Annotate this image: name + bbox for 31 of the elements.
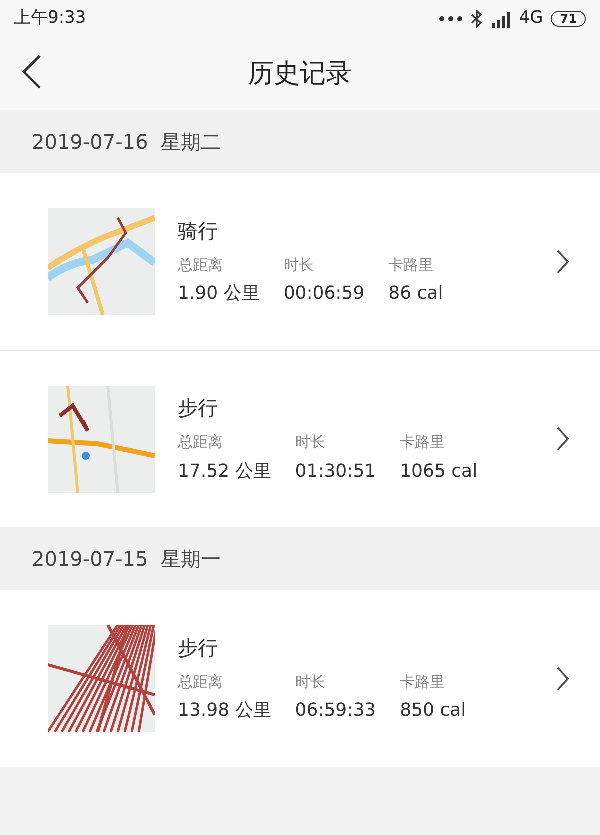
more-icon [439,16,464,22]
stat-label: 时长 [284,254,315,276]
battery-level: 71 [551,11,586,27]
stat-label: 时长 [295,432,326,454]
stat-label: 总距离 [178,432,224,454]
activity-title: 步行 [178,634,219,662]
stat-value: 01:30:51 [295,460,376,484]
stat-label: 总距离 [178,254,224,276]
stat-value: 13.98 公里 [178,699,272,724]
chevron-right-icon[interactable] [556,426,570,452]
activity-title: 骑行 [178,218,219,245]
chevron-right-icon[interactable] [556,666,570,692]
activity-title: 步行 [178,395,219,422]
stat-label: 卡路里 [400,432,446,454]
stat-value: 1.90 公里 [178,282,260,306]
chevron-right-icon[interactable] [556,248,570,274]
stat-value: 1065 cal [400,460,478,484]
stat-label: 时长 [295,672,326,693]
stat-label: 总距离 [178,672,224,693]
signal-icon [491,10,512,28]
stat-label: 卡路里 [388,254,435,276]
stat-value: 86 cal [388,282,444,306]
stat-value: 17.52 公里 [178,460,272,484]
page-title: 历史记录 [248,58,352,90]
stat-value: 850 cal [400,699,468,724]
stat-value: 06:59:33 [295,699,376,724]
stat-value: 00:06:59 [284,282,365,306]
network-type: 4G [519,7,544,30]
stat-label: 卡路里 [400,672,446,693]
status-time: 上午9:33 [14,7,86,30]
bluetooth-icon [471,10,484,28]
